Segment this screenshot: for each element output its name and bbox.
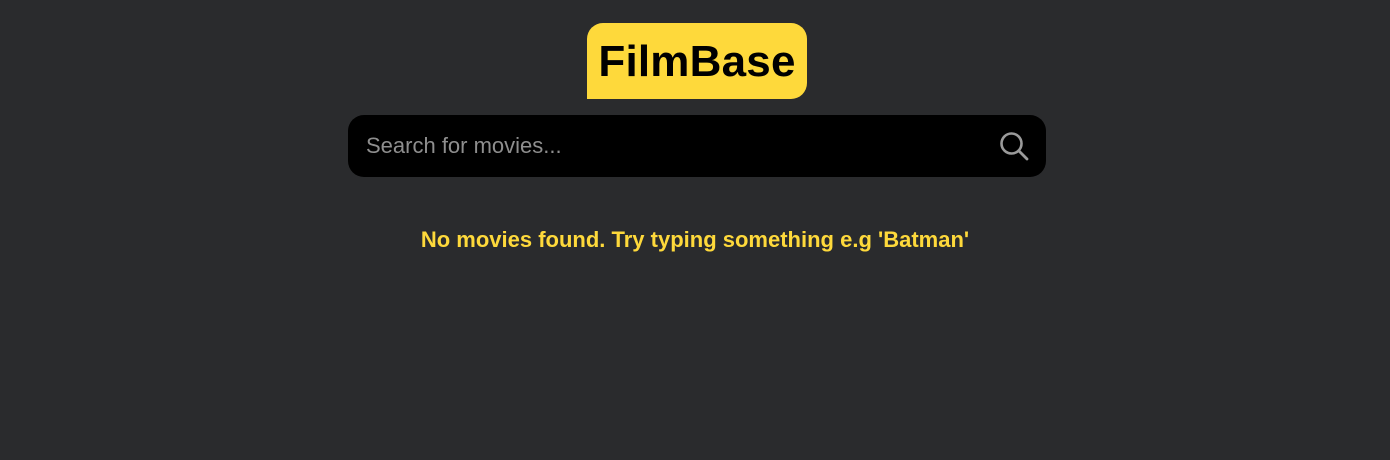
empty-results-message: No movies found. Try typing something e.… <box>420 227 970 252</box>
app-page: FilmBase No movies found. Try typing som… <box>0 0 1390 460</box>
search-input[interactable] <box>348 115 988 177</box>
search-icon <box>1000 132 1029 161</box>
search-bar <box>348 115 1046 177</box>
header: FilmBase <box>0 23 1390 99</box>
site-logo[interactable]: FilmBase <box>587 23 807 99</box>
search-button[interactable] <box>996 128 1032 164</box>
